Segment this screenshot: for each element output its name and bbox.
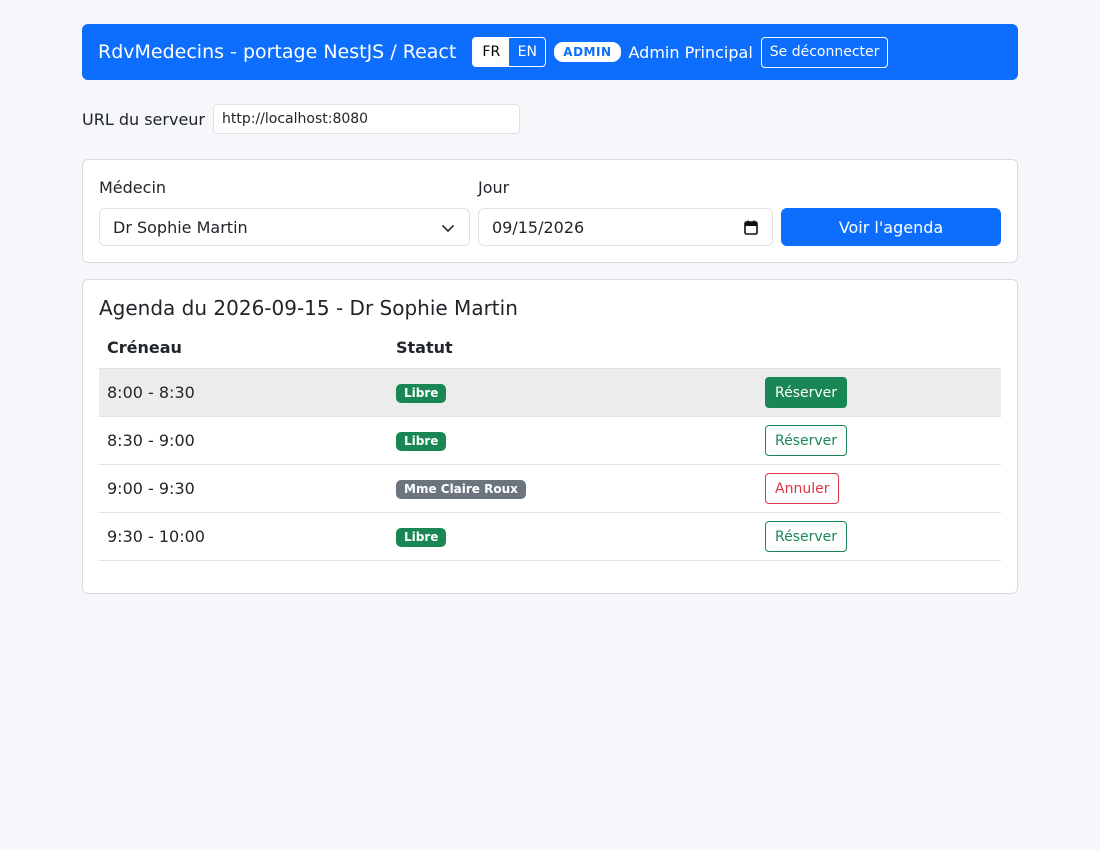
- server-url-input[interactable]: [213, 104, 520, 134]
- agenda-card: Agenda du 2026-09-15 - Dr Sophie Martin …: [82, 279, 1018, 594]
- status-badge: Libre: [396, 528, 447, 547]
- table-row: 9:30 - 10:00 Libre Réserver: [99, 513, 1001, 561]
- day-date-value: 09/15/2026: [492, 217, 585, 237]
- view-agenda-button[interactable]: Voir l'agenda: [781, 208, 1001, 246]
- table-row: 8:00 - 8:30 Libre Réserver: [99, 369, 1001, 417]
- reserve-button[interactable]: Réserver: [765, 521, 848, 552]
- agenda-table: Créneau Statut 8:00 - 8:30 Libre Réserve…: [99, 329, 1001, 561]
- lang-en-button[interactable]: EN: [509, 38, 545, 66]
- day-label: Jour: [478, 178, 510, 197]
- logout-button[interactable]: Se déconnecter: [760, 36, 889, 68]
- agenda-title: Agenda du 2026-09-15 - Dr Sophie Martin: [99, 296, 518, 320]
- chevron-down-icon: [442, 225, 454, 232]
- column-header-slot: Créneau: [107, 338, 182, 357]
- doctor-select[interactable]: Dr Sophie Martin: [99, 208, 470, 246]
- role-badge: ADMIN: [554, 42, 621, 62]
- reserve-button[interactable]: Réserver: [765, 425, 848, 456]
- table-header: Créneau Statut: [99, 329, 1001, 369]
- app-title: RdvMedecins - portage NestJS / React: [98, 41, 457, 63]
- table-row: 8:30 - 9:00 Libre Réserver: [99, 417, 1001, 465]
- calendar-icon[interactable]: [744, 220, 758, 235]
- app-header: RdvMedecins - portage NestJS / React FR …: [82, 24, 1018, 80]
- status-badge: Libre: [396, 432, 447, 451]
- day-date-input[interactable]: 09/15/2026: [478, 208, 773, 246]
- slot-time: 9:30 - 10:00: [107, 527, 205, 546]
- doctor-select-value: Dr Sophie Martin: [113, 217, 248, 237]
- status-badge: Libre: [396, 384, 447, 403]
- slot-time: 8:00 - 8:30: [107, 383, 195, 402]
- server-url-label: URL du serveur: [82, 109, 205, 129]
- user-name: Admin Principal: [628, 42, 753, 62]
- reserve-button[interactable]: Réserver: [765, 377, 848, 408]
- lang-fr-button[interactable]: FR: [473, 38, 510, 66]
- status-badge: Mme Claire Roux: [396, 480, 526, 499]
- cancel-button[interactable]: Annuler: [765, 473, 840, 504]
- slot-time: 8:30 - 9:00: [107, 431, 195, 450]
- table-row: 9:00 - 9:30 Mme Claire Roux Annuler: [99, 465, 1001, 513]
- doctor-label: Médecin: [99, 178, 167, 197]
- agenda-form-card: Médecin Jour Dr Sophie Martin 09/15/2026…: [82, 159, 1018, 263]
- server-url-row: URL du serveur: [82, 104, 520, 134]
- column-header-status: Statut: [396, 338, 453, 357]
- slot-time: 9:00 - 9:30: [107, 479, 195, 498]
- language-switcher: FR EN: [472, 37, 547, 67]
